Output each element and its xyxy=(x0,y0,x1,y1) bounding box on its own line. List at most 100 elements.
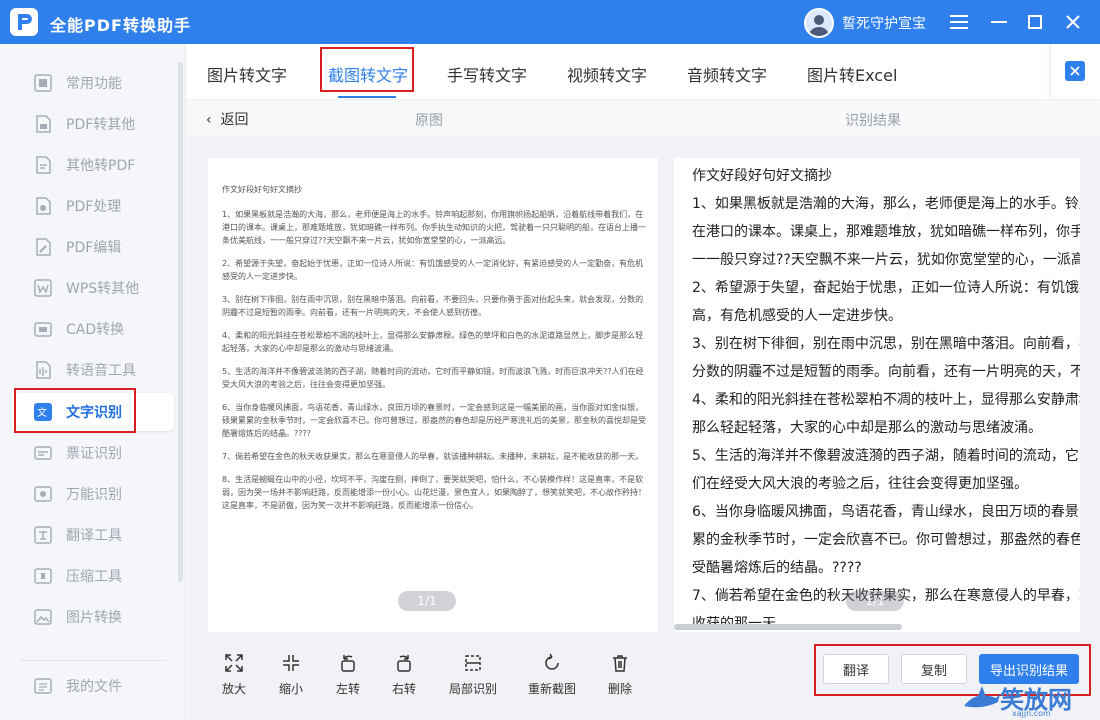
back-label: 返回 xyxy=(220,112,249,128)
tool-label: 局部识别 xyxy=(449,682,498,696)
sidebar-divider xyxy=(20,660,166,661)
shark-icon xyxy=(964,686,1000,708)
title-bar: 全能PDF转换助手 誓死守护宣宝 xyxy=(0,0,1100,44)
recapture-button[interactable]: 重新截图 xyxy=(528,652,576,697)
tab-highlight-box xyxy=(320,47,414,92)
original-document-image: 作文好段好句好文摘抄 1、如果黑板就是浩瀚的大海，那么，老师便是海上的水手。铃声… xyxy=(222,183,650,595)
tab-audio-to-text[interactable]: 音频转文字 xyxy=(687,62,767,86)
result-line: 2、希望源于失望，奋起始于忧患，正如一位诗人所说：有饥饿感受的人 xyxy=(692,280,1080,296)
tool-label: 放大 xyxy=(222,682,247,696)
sidebar-item-label: 转语音工具 xyxy=(66,363,136,379)
result-line: 高，有危机感受的人一定进步快。 xyxy=(692,308,902,324)
expand-icon xyxy=(223,652,245,674)
sidebar-item-label: 票证识别 xyxy=(66,446,122,462)
sidebar-item-image-convert[interactable]: 图片转换 xyxy=(12,598,174,636)
result-text[interactable]: 作文好段好句好文摘抄 1、如果黑板就是浩瀚的大海，那么，老师便是海上的水手。铃声… xyxy=(692,162,1080,632)
sidebar-item-universal[interactable]: 万能识别 xyxy=(12,475,174,513)
trash-icon xyxy=(609,652,631,674)
sidebar-item-pdf-to-other[interactable]: PDF转其他 xyxy=(12,105,174,143)
original-page-indicator: 1/1 xyxy=(398,591,456,611)
username[interactable]: 誓死守护宣宝 xyxy=(842,13,926,33)
rotate-left-button[interactable]: 左转 xyxy=(336,652,360,697)
result-page-indicator: 1/1 xyxy=(846,591,904,611)
delete-button[interactable]: 删除 xyxy=(608,652,632,697)
zoom-out-button[interactable]: 缩小 xyxy=(279,652,303,697)
rotate-right-button[interactable]: 右转 xyxy=(392,652,416,697)
sidebar-scrollbar[interactable] xyxy=(178,62,183,582)
minimize-icon[interactable] xyxy=(984,7,1014,37)
voice-icon xyxy=(32,359,54,381)
result-line: 们在经受大风大浪的考验之后，往往会变得更加坚强。 xyxy=(692,476,1028,492)
result-line: 累的金秋季节时，一定会欣喜不已。你可曾想过，那盎然的春色却是历 xyxy=(692,532,1080,548)
back-button[interactable]: ‹ 返回 xyxy=(206,109,249,129)
tool-label: 重新截图 xyxy=(528,682,577,696)
sidebar-item-translate[interactable]: 翻译工具 xyxy=(12,516,174,554)
result-panel[interactable]: 作文好段好句好文摘抄 1、如果黑板就是浩瀚的大海，那么，老师便是海上的水手。铃声… xyxy=(674,158,1080,632)
tab-video-to-text[interactable]: 视频转文字 xyxy=(567,62,647,86)
sidebar-item-label: 常用功能 xyxy=(66,76,122,92)
cad-icon xyxy=(32,318,54,340)
result-line: 5、生活的海洋并不像碧波涟漪的西子湖，随着时间的流动，它时而平静 xyxy=(692,448,1080,464)
close-icon[interactable] xyxy=(1065,61,1085,81)
ticket-icon xyxy=(32,442,54,464)
result-horizontal-scrollbar[interactable] xyxy=(674,624,902,630)
result-line: 受酷暑熔炼后的结晶。???? xyxy=(692,560,862,576)
result-line: 3、别在树下徘徊，别在雨中沉思，别在黑暗中落泪。向前看，不要回头 xyxy=(692,336,1080,352)
result-line: 1、如果黑板就是浩瀚的大海，那么，老师便是海上的水手。铃声响起那刻 xyxy=(692,196,1080,212)
sidebar-item-my-files[interactable]: 我的文件 xyxy=(12,667,174,705)
zoom-in-button[interactable]: 放大 xyxy=(222,652,246,697)
watermark-logo: 笑放网 xajjn.com xyxy=(962,680,1098,720)
sidebar-item-label: PDF转其他 xyxy=(66,117,136,133)
close-window-icon[interactable] xyxy=(1058,7,1088,37)
pdf-process-icon xyxy=(32,195,54,217)
doc-paragraph: 6、当你身临暖风拂面，鸟语花香，青山绿水，良田万顷的春景时，一定会感到这是一幅美… xyxy=(222,403,646,438)
active-tab-underline xyxy=(338,96,396,98)
pdf-edit-icon xyxy=(32,236,54,258)
rotate-left-icon xyxy=(337,652,359,674)
sidebar-item-other-to-pdf[interactable]: 其他转PDF xyxy=(12,146,174,184)
result-label: 识别结果 xyxy=(845,113,901,129)
grid-icon xyxy=(32,72,54,94)
tab-image-to-excel[interactable]: 图片转Excel xyxy=(807,62,897,86)
translate-icon xyxy=(32,524,54,546)
sidebar-item-pdf-process[interactable]: PDF处理 xyxy=(12,187,174,225)
result-line: 那么轻起轻落，大家的心中却是那么的激动与思绪波涌。 xyxy=(692,420,1042,436)
sidebar-item-ticket[interactable]: 票证识别 xyxy=(12,434,174,472)
result-line: 在港口的课本。课桌上，那难题堆放，犹如暗礁一样布列，你手执生动 xyxy=(692,224,1080,240)
sidebar-item-label: 图片转换 xyxy=(66,610,122,626)
tool-label: 右转 xyxy=(392,682,417,696)
eye-icon xyxy=(32,483,54,505)
doc-paragraph: 1、如果黑板就是浩瀚的大海，那么，老师便是海上的水手。铃声响起那刻，你用旗帜扬起… xyxy=(222,210,646,245)
watermark-url: xajjn.com xyxy=(1012,709,1051,718)
sidebar-item-label: 其他转PDF xyxy=(66,158,136,174)
partial-recognize-button[interactable]: 局部识别 xyxy=(449,652,497,697)
sidebar-item-label: PDF编辑 xyxy=(66,240,122,256)
result-line: 分数的阴霾不过是短暂的雨季。向前看，还有一片明亮的天，不会使人 xyxy=(692,364,1080,380)
tool-label: 左转 xyxy=(336,682,361,696)
tab-handwriting-to-text[interactable]: 手写转文字 xyxy=(447,62,527,86)
tool-label: 删除 xyxy=(608,682,633,696)
sidebar-item-label: 我的文件 xyxy=(66,679,122,695)
tab-image-to-text[interactable]: 图片转文字 xyxy=(207,62,287,86)
user-avatar[interactable] xyxy=(804,8,834,38)
file-convert-icon xyxy=(32,154,54,176)
content-header xyxy=(187,100,1100,136)
zip-icon xyxy=(32,565,54,587)
sidebar-item-common[interactable]: 常用功能 xyxy=(12,64,174,102)
app-title: 全能PDF转换助手 xyxy=(50,16,191,35)
refresh-icon xyxy=(541,652,563,674)
sidebar-item-label: PDF处理 xyxy=(66,199,122,215)
sidebar-item-pdf-edit[interactable]: PDF编辑 xyxy=(12,228,174,266)
menu-icon[interactable] xyxy=(944,7,974,37)
doc-paragraph: 8、生活是蜿蜒在山中的小径，坎坷不平，沟崖在侧，摔倒了，要哭就哭吧，怕什么，不心… xyxy=(222,475,646,510)
maximize-icon[interactable] xyxy=(1020,7,1050,37)
original-label: 原图 xyxy=(415,113,443,129)
sidebar-item-voice[interactable]: 转语音工具 xyxy=(12,351,174,389)
sidebar-item-compress[interactable]: 压缩工具 xyxy=(12,557,174,595)
sidebar-item-wps-to-other[interactable]: WPS转其他 xyxy=(12,269,174,307)
image-icon xyxy=(32,606,54,628)
result-line: 6、当你身临暖风拂面，鸟语花香，青山绿水，良田万顷的春景时，一定 xyxy=(692,504,1080,520)
sidebar-item-cad[interactable]: CAD转换 xyxy=(12,310,174,348)
sidebar-item-label: WPS转其他 xyxy=(66,281,140,297)
sidebar-item-label: 翻译工具 xyxy=(66,528,122,544)
